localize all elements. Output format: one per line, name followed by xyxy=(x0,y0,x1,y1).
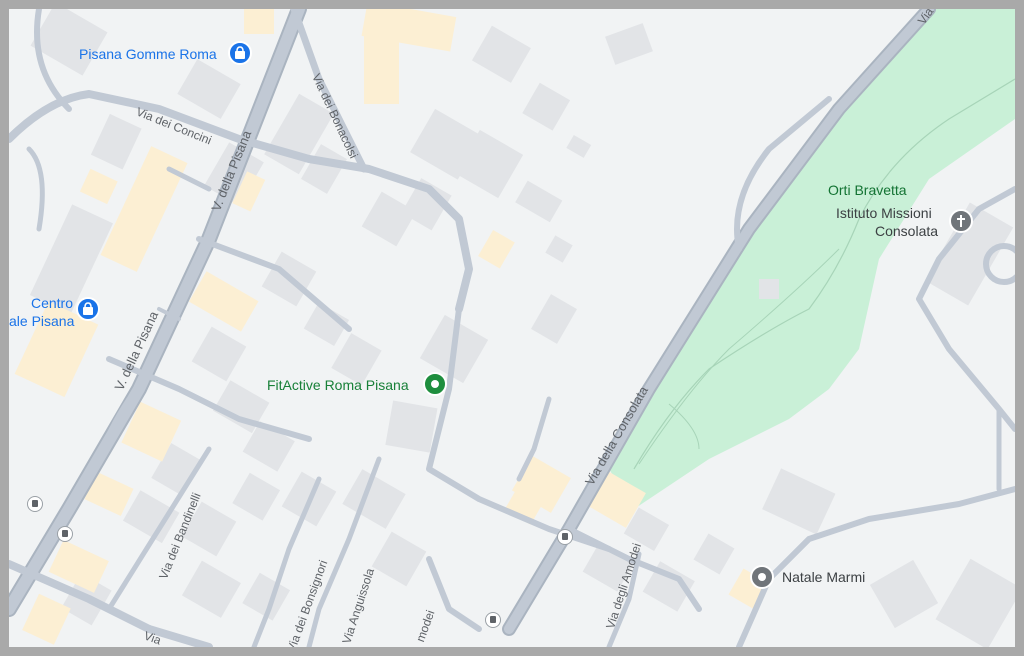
poi-label-istituto-line2[interactable]: Consolata xyxy=(875,224,938,238)
poi-label-istituto[interactable]: Istituto Missioni xyxy=(836,206,932,220)
bus-stop-icon[interactable] xyxy=(27,496,43,512)
poi-label-natale-marmi[interactable]: Natale Marmi xyxy=(782,570,865,584)
poi-label-pisana-gomme[interactable]: Pisana Gomme Roma xyxy=(79,47,217,61)
gym-pin-icon[interactable] xyxy=(423,372,447,396)
place-pin-icon[interactable] xyxy=(750,565,774,589)
bus-stop-icon[interactable] xyxy=(557,529,573,545)
bus-stop-icon[interactable] xyxy=(57,526,73,542)
shopping-bag-icon[interactable] xyxy=(76,297,100,321)
shopping-bag-icon[interactable] xyxy=(228,41,252,65)
poi-label-centro-line2[interactable]: ale Pisana xyxy=(9,314,74,328)
park-label-orti-bravetta[interactable]: Orti Bravetta xyxy=(828,183,907,197)
poi-label-fitactive[interactable]: FitActive Roma Pisana xyxy=(267,378,409,392)
map-base xyxy=(9,9,1015,647)
bus-stop-icon[interactable] xyxy=(485,612,501,628)
map-frame: Via dei Concini Via dei Bonacolsi V. del… xyxy=(0,0,1024,656)
church-cross-icon[interactable] xyxy=(949,209,973,233)
map-canvas[interactable]: Via dei Concini Via dei Bonacolsi V. del… xyxy=(9,9,1015,647)
